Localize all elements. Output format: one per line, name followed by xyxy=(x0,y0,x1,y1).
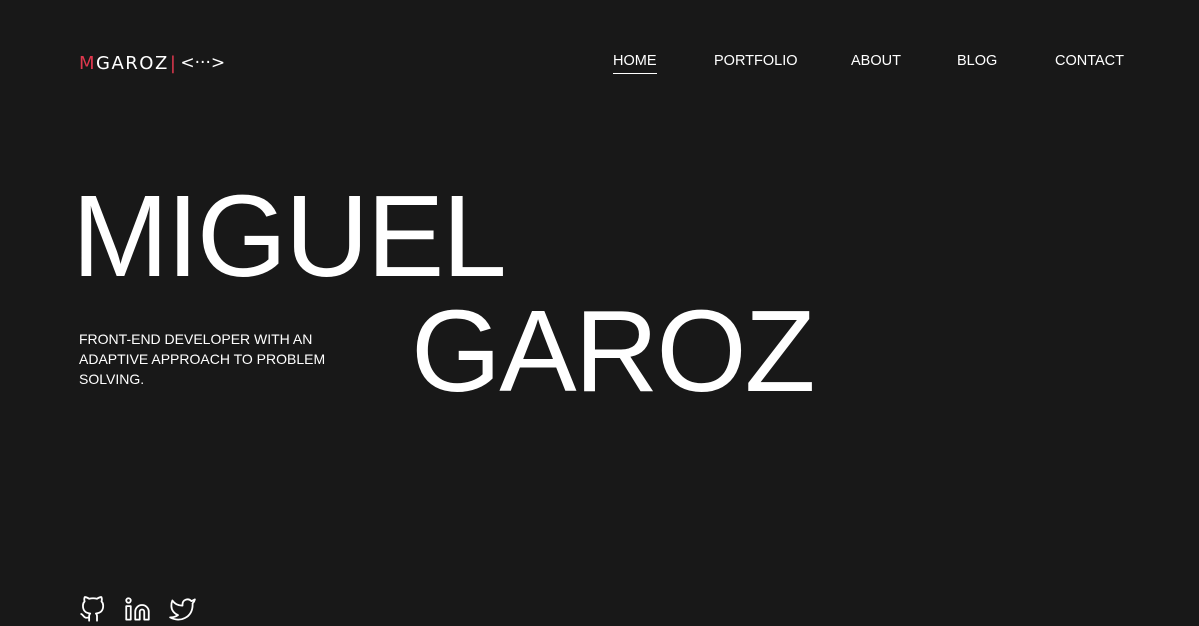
nav-about-link[interactable]: ABOUT xyxy=(851,53,901,73)
linkedin-icon[interactable] xyxy=(124,596,151,623)
nav-portfolio-link[interactable]: PORTFOLIO xyxy=(714,53,798,73)
hero-tagline: FRONT-END DEVELOPER WITH AN ADAPTIVE APP… xyxy=(79,331,326,387)
nav-blog-link[interactable]: BLOG xyxy=(957,53,997,73)
social-links xyxy=(79,596,196,623)
main-nav: HOME PORTFOLIO ABOUT BLOG CONTACT xyxy=(0,53,1199,77)
twitter-icon[interactable] xyxy=(169,596,196,623)
github-icon[interactable] xyxy=(79,596,106,623)
nav-contact-link[interactable]: CONTACT xyxy=(1055,53,1124,73)
nav-home-link[interactable]: HOME xyxy=(613,53,657,74)
hero-last-name: GAROZ xyxy=(411,286,815,416)
hero-first-name: MIGUEL xyxy=(72,171,507,301)
